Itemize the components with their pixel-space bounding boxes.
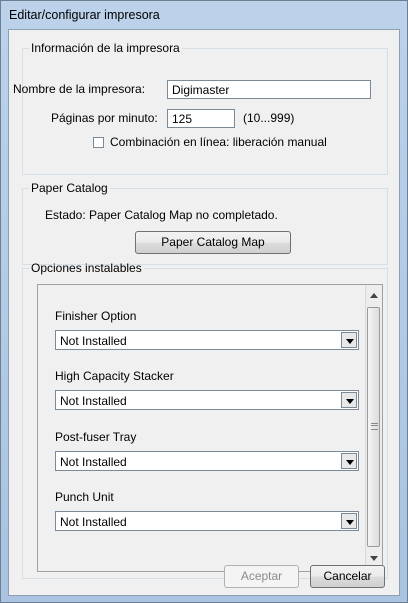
printer-info-group: Información de la impresora (22, 41, 388, 175)
scroll-thumb[interactable] (367, 307, 380, 547)
printer-name-value: Digimaster (172, 83, 230, 97)
dialog-body: Información de la impresora Nombre de la… (8, 29, 400, 596)
option-label: High Capacity Stacker (55, 369, 174, 383)
option-label: Post-fuser Tray (55, 430, 137, 444)
ppm-label: Páginas por minuto: (51, 111, 158, 125)
window-title: Editar/configurar impresora (9, 8, 160, 22)
ppm-value: 125 (172, 112, 193, 126)
post-fuser-tray-select[interactable]: Not Installed (55, 451, 359, 471)
inline-combination-checkbox[interactable] (93, 137, 104, 148)
inline-combination-label: Combinación en línea: liberación manual (110, 135, 327, 149)
dropdown-arrow-icon[interactable] (341, 513, 357, 529)
printer-name-label: Nombre de la impresora: (13, 82, 146, 96)
dropdown-arrow-icon[interactable] (341, 453, 357, 469)
punch-unit-select[interactable]: Not Installed (55, 511, 359, 531)
accept-button[interactable]: Aceptar (224, 565, 299, 588)
options-scrollbar[interactable] (365, 285, 382, 571)
option-value: Not Installed (60, 394, 127, 408)
ppm-field[interactable]: 125 (167, 109, 235, 128)
options-scroll-area[interactable]: Finisher Option Not Installed High Capac… (37, 284, 383, 572)
printer-name-field[interactable]: Digimaster (167, 80, 371, 99)
high-capacity-stacker-select[interactable]: Not Installed (55, 390, 359, 410)
finisher-option-select[interactable]: Not Installed (55, 330, 359, 350)
dropdown-arrow-icon[interactable] (341, 392, 357, 408)
printer-config-window: Editar/configurar impresora Información … (0, 0, 408, 603)
scroll-up-icon[interactable] (366, 287, 382, 303)
scroll-grip-icon (371, 423, 378, 430)
title-bar[interactable]: Editar/configurar impresora (1, 1, 407, 29)
option-value: Not Installed (60, 455, 127, 469)
cancel-button[interactable]: Cancelar (310, 565, 385, 588)
option-value: Not Installed (60, 334, 127, 348)
paper-catalog-map-button[interactable]: Paper Catalog Map (135, 231, 291, 254)
option-label: Punch Unit (55, 490, 114, 504)
paper-catalog-status: Estado: Paper Catalog Map no completado. (45, 208, 278, 222)
option-label: Finisher Option (55, 309, 137, 323)
ppm-range-label: (10...999) (243, 111, 295, 125)
installable-options-legend: Opciones instalables (31, 261, 142, 275)
paper-catalog-legend: Paper Catalog (31, 181, 108, 195)
option-value: Not Installed (60, 515, 127, 529)
dropdown-arrow-icon[interactable] (341, 332, 357, 348)
printer-info-legend: Información de la impresora (31, 41, 180, 55)
